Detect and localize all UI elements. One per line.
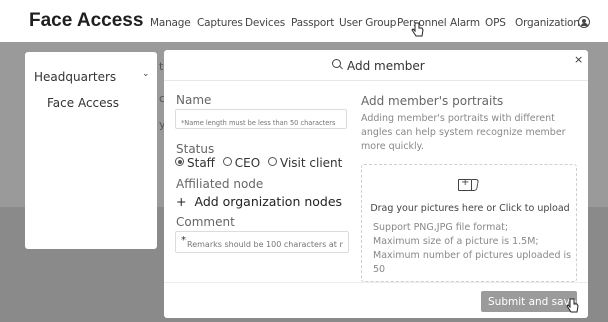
hand-cursor-icon	[566, 298, 579, 313]
status-option-label: CEO	[234, 156, 261, 170]
upload-requirements: Support PNG,JPG file format; Maximum siz…	[373, 221, 573, 277]
radio-icon	[222, 157, 232, 166]
chevron-down-icon[interactable]: ⌄	[142, 69, 150, 79]
top-nav-bar: Face Access Manage Captures Devices Pass…	[0, 0, 608, 42]
status-option-label: Staff	[187, 156, 215, 170]
nav-item-alarm[interactable]: Alarm	[450, 17, 480, 29]
nav-item-organization[interactable]: Organization	[515, 17, 580, 29]
name-field-wrapper	[175, 109, 347, 132]
dialog-title: Add member	[347, 59, 425, 73]
org-tree-panel: Headquarters ⌄ Face Access	[25, 52, 157, 249]
name-input[interactable]	[176, 114, 346, 132]
nav-item-captures[interactable]: Captures	[197, 17, 243, 29]
name-label: Name	[176, 93, 212, 107]
nav-item-devices[interactable]: Devices	[245, 17, 285, 29]
footer-divider	[164, 282, 588, 283]
radio-selected-icon	[175, 157, 184, 166]
tree-node-headquarters[interactable]: Headquarters	[34, 70, 116, 84]
status-radio-group: Staff CEO Visit client	[175, 156, 346, 170]
search-icon	[332, 59, 341, 68]
affiliated-node-label: Affiliated node	[176, 177, 264, 191]
comment-field-wrapper: *	[175, 231, 349, 255]
status-option-visit-client[interactable]: Visit client	[268, 156, 342, 170]
status-label: Status	[176, 142, 215, 156]
submit-and-save-button[interactable]: Submit and save	[481, 291, 577, 312]
add-member-dialog: Add member × Name Status Staff CEO Visit…	[164, 50, 588, 318]
add-nodes-label: Add organization nodes	[194, 194, 343, 209]
close-icon[interactable]: ×	[574, 53, 583, 66]
app-title: Face Access	[29, 10, 144, 31]
portraits-description: Adding member's portraits with different…	[361, 113, 566, 152]
hand-cursor-icon	[411, 22, 424, 37]
required-asterisk: *	[181, 235, 186, 246]
plus-icon: +	[176, 194, 187, 209]
upload-hint-size: Maximum size of a picture is 1.5M;	[373, 236, 539, 247]
nav-item-ops[interactable]: OPS	[485, 17, 506, 29]
status-option-label: Visit client	[280, 156, 343, 170]
nav-item-passport[interactable]: Passport	[291, 17, 334, 29]
upload-image-icon	[458, 177, 472, 191]
comment-input[interactable]	[176, 234, 348, 255]
status-option-staff[interactable]: Staff	[175, 156, 215, 170]
nav-item-user-group[interactable]: User Group	[339, 17, 396, 29]
portraits-title: Add member's portraits	[361, 94, 504, 108]
upload-hint-format: Support PNG,JPG file format;	[373, 222, 509, 233]
dropzone-instruction: Drag your pictures here or Click to uplo…	[370, 203, 570, 214]
nav-item-manage[interactable]: Manage	[150, 17, 191, 29]
background-text: t	[159, 60, 164, 73]
tree-node-face-access[interactable]: Face Access	[47, 96, 119, 110]
upload-hint-count: Maximum number of pictures uploaded is 5…	[373, 250, 572, 275]
add-organization-nodes-button[interactable]: + Add organization nodes	[176, 194, 342, 209]
radio-icon	[268, 157, 278, 166]
status-option-ceo[interactable]: CEO	[222, 156, 261, 170]
portrait-upload-dropzone[interactable]: Drag your pictures here or Click to uplo…	[361, 164, 577, 282]
comment-label: Comment	[176, 215, 235, 229]
dialog-header: Add member ×	[164, 50, 588, 81]
user-circle-icon[interactable]	[578, 16, 590, 28]
